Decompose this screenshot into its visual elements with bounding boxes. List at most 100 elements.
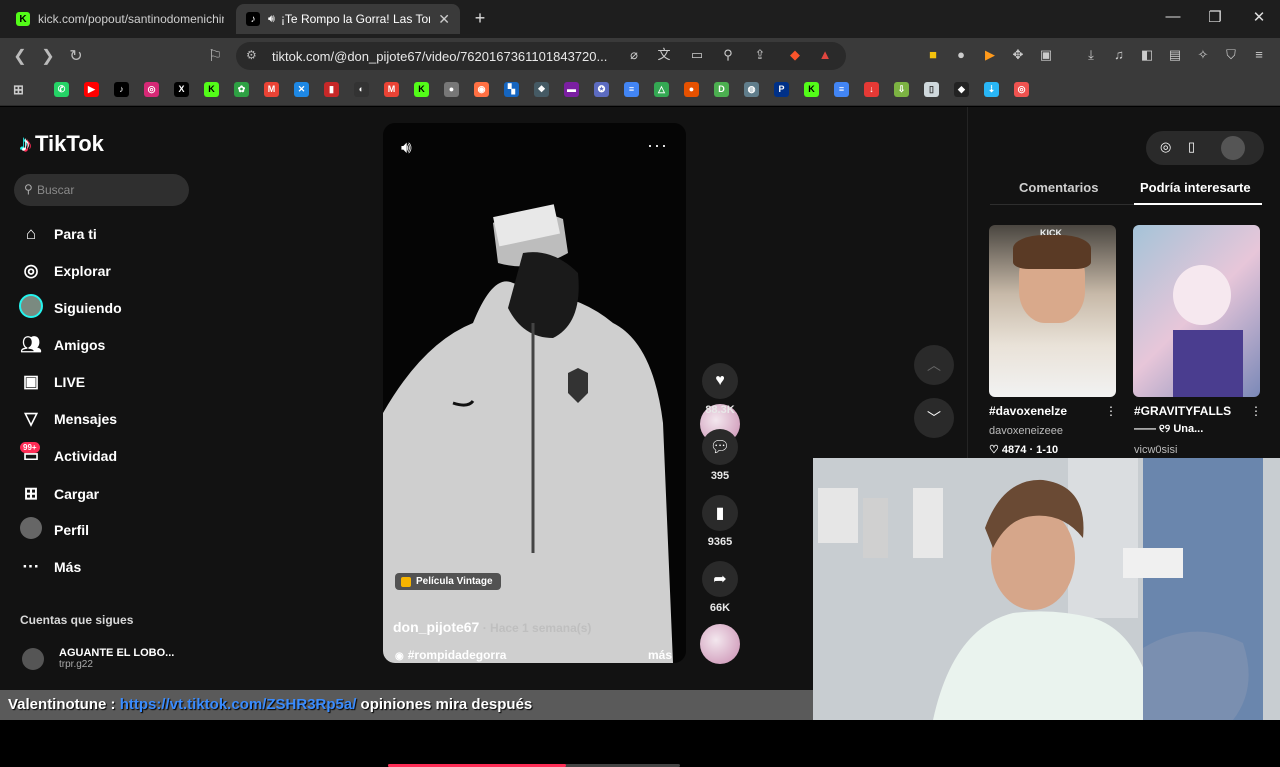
apps-icon[interactable]: ⊞ [11,82,26,97]
speaker-icon[interactable]: 🔊︎ [268,13,275,26]
suggested-video-thumbnail[interactable] [1133,225,1260,397]
split-view-icon[interactable]: ◧ [1138,46,1156,64]
suggested-title[interactable]: #davoxenelze [989,404,1067,418]
save-button[interactable]: ▮ 9365 [700,495,740,548]
filter-pill[interactable]: Película Vintage [395,573,501,590]
close-window-button[interactable]: ✕ [1249,8,1269,26]
nav-mensajes[interactable]: ▽ Mensajes [18,406,117,432]
more-caption-button[interactable]: más [648,648,672,662]
reload-button[interactable]: ↻ [66,46,86,66]
bookmark-icon[interactable]: ▬ [564,82,579,97]
bookmark-icon[interactable]: ◉ [474,82,489,97]
leo-icon[interactable]: ✧ [1194,46,1212,64]
compass-icon[interactable]: ◎ [1160,139,1171,155]
tab-kick[interactable]: K kick.com/popout/santinodomenichin [6,4,234,34]
next-video-button[interactable]: ﹀ [914,398,954,438]
site-info-icon[interactable]: ⚙ [246,48,257,62]
bookmark-icon[interactable]: ◐ [354,82,369,97]
suggested-author[interactable]: davoxeneizeee [989,425,1063,437]
bookmark-icon[interactable]: ● [684,82,699,97]
forward-button[interactable]: ❯ [38,46,58,66]
x-icon[interactable]: X [174,82,189,97]
sidebar-icon[interactable]: ▣ [1037,46,1055,64]
download-bookmark-icon[interactable]: ↓ [864,82,879,97]
whatsapp-icon[interactable]: ✆ [54,82,69,97]
bookmark-icon[interactable]: ✕ [294,82,309,97]
nav-perfil[interactable]: Perfil [18,516,89,543]
nav-para-ti[interactable]: ⌂ Para ti [18,221,97,247]
bookmark-icon[interactable]: ▚ [504,82,519,97]
brave-shield-icon[interactable]: ◆ [786,46,804,64]
bookmark-icon[interactable]: D [714,82,729,97]
docs-icon[interactable]: ≡ [624,82,639,97]
previous-video-button[interactable]: ︿ [914,345,954,385]
bookmark-icon[interactable]: ❖ [534,82,549,97]
download-bookmark-icon[interactable]: ⇩ [894,82,909,97]
bookmark-icon[interactable]: ◍ [744,82,759,97]
play-extension-icon[interactable]: ● [952,46,970,64]
nav-siguiendo[interactable]: Siguiendo [18,293,122,321]
maximize-button[interactable]: ❐ [1205,8,1225,26]
comment-button[interactable]: 💬︎ 395 [700,429,740,482]
bookmark-icon[interactable]: ✪ [594,82,609,97]
kick-icon[interactable]: K [804,82,819,97]
wallet-icon[interactable]: ▤ [1166,46,1184,64]
tiktok-icon[interactable]: ♪ [114,82,129,97]
docs-icon[interactable]: ≡ [834,82,849,97]
translate-icon[interactable]: 文 [655,46,673,64]
suggested-author[interactable]: vicw0sisi [1134,444,1177,456]
share-icon[interactable]: ⇪ [751,46,769,64]
back-button[interactable]: ❮ [10,46,30,66]
kick-icon[interactable]: K [414,82,429,97]
chat-link[interactable]: https://vt.tiktok.com/ZSHR3Rp5a/ [120,696,357,713]
search-input[interactable]: ⚲ Buscar [14,174,189,206]
nav-actividad[interactable]: ▭ 99+ Actividad [18,442,117,469]
nav-live[interactable]: ▣ LIVE [18,369,85,395]
nav-explorar[interactable]: ◎ Explorar [18,258,111,284]
music-icon[interactable]: ♫ [1110,46,1128,64]
tab-podria-interesarte[interactable]: Podría interesarte [1140,180,1251,195]
video-hashtag[interactable]: ◉ #rompidadegorra [395,648,506,662]
paypal-icon[interactable]: P [774,82,789,97]
like-button[interactable]: ♥ 88.3K [700,363,740,416]
drive-icon[interactable]: △ [654,82,669,97]
vpn-icon[interactable]: ⛉ [1222,46,1240,64]
extension-icon[interactable]: ■ [924,46,942,64]
close-tab-icon[interactable]: ✕ [438,11,450,28]
suggested-title[interactable]: #GRAVITYFALLS [1134,404,1231,418]
music-avatar[interactable] [700,624,740,664]
bookmark-icon[interactable]: ◆ [954,82,969,97]
minimize-button[interactable]: — [1163,8,1183,25]
tab-comentarios[interactable]: Comentarios [1019,180,1098,195]
stats-icon[interactable]: ▮ [324,82,339,97]
instagram-icon[interactable]: ◎ [144,82,159,97]
more-vertical-icon[interactable]: ⋮ [1250,404,1262,418]
download-icon[interactable]: ⤓ [1082,46,1100,64]
share-button[interactable]: ➦ 66K [700,561,740,614]
bookmark-icon[interactable]: ● [444,82,459,97]
translate-off-icon[interactable]: ⌀ [625,46,643,64]
avatar[interactable] [1221,136,1245,160]
more-vertical-icon[interactable]: ⋮ [1105,404,1117,418]
play-icon[interactable]: ▶ [981,46,999,64]
tiktok-logo[interactable]: ♪ TikTok [20,131,104,157]
gmail-icon[interactable]: M [264,82,279,97]
video-author[interactable]: don_pijote67 · Hace 1 semana(s) [393,619,591,635]
file-icon[interactable]: ▯ [924,82,939,97]
video-player[interactable]: 🔊︎ ··· Película Vintage don_pijote67 · H… [383,123,686,663]
volume-icon[interactable]: 🔊︎ [401,138,412,158]
bookmark-icon[interactable]: ✿ [234,82,249,97]
tab-tiktok[interactable]: ♪ 🔊︎ ¡Te Rompo la Gorra! Las Tortas ✕ [236,4,460,34]
new-tab-button[interactable]: + [470,8,490,29]
bookmark-icon[interactable]: ◎ [1014,82,1029,97]
youtube-icon[interactable]: ▶ [84,82,99,97]
download-bookmark-icon[interactable]: ⇣ [984,82,999,97]
bookmark-icon[interactable]: ⚐ [205,46,225,66]
following-account[interactable]: AGUANTE EL LOBO... trpr.g22 [22,647,174,670]
gmail-icon[interactable]: M [384,82,399,97]
kick-icon[interactable]: K [204,82,219,97]
nav-mas[interactable]: ··· Más [18,554,82,580]
suggested-video-thumbnail[interactable]: KICK [989,225,1116,397]
nav-amigos[interactable]: 👥︎ Amigos [18,332,105,358]
nav-cargar[interactable]: ⊞ Cargar [18,481,99,507]
